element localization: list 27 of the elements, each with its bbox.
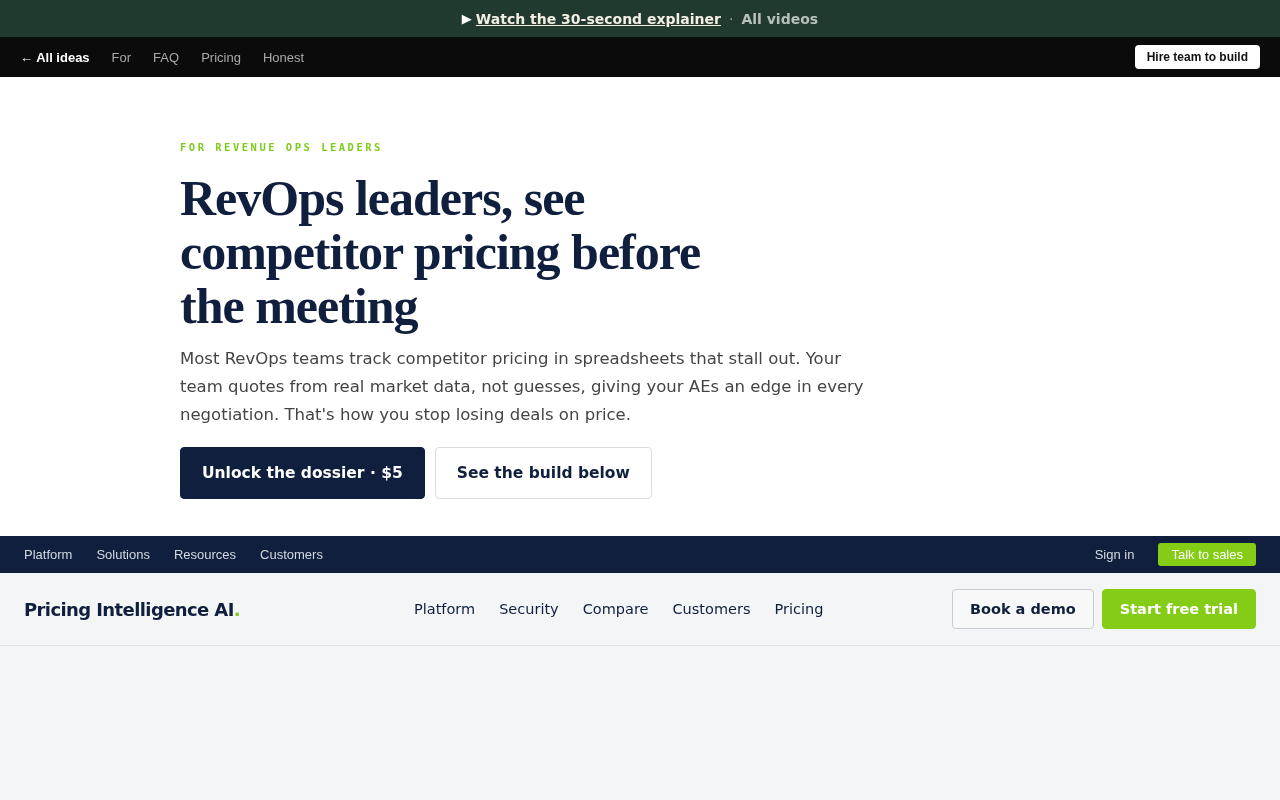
header-link[interactable]: Compare xyxy=(582,601,649,617)
hero-body: Most RevOps teams track competitor pricing in spreadsheets that stall out. Your team quotes from real market data, not guesses, giving your AEs an edge in every negotiation. That's how you stop losing deals on price. xyxy=(180,348,865,426)
build-button[interactable]: See the build below xyxy=(434,447,652,499)
back-link[interactable]: ← All ideas xyxy=(20,49,90,65)
sign-in-link[interactable]: Sign in xyxy=(1094,547,1135,562)
demo-button[interactable]: Book a demo xyxy=(951,589,1094,629)
separator: · xyxy=(728,10,734,27)
hero-title: RevOps leaders, see competitor pricing before the meeting xyxy=(180,171,702,333)
nav-link[interactable]: FAQ xyxy=(153,49,180,65)
header-link[interactable]: Platform xyxy=(414,601,476,617)
hire-button[interactable]: Hire team to build xyxy=(1134,45,1260,69)
nav-link[interactable]: For xyxy=(111,49,132,65)
header-link[interactable]: Security xyxy=(499,601,559,617)
utility-link[interactable]: Platform xyxy=(24,547,73,562)
header-link[interactable]: Pricing xyxy=(774,601,824,617)
utility-link[interactable]: Solutions xyxy=(96,547,150,562)
nav-link[interactable]: Pricing xyxy=(201,49,241,65)
play-icon: ▶ xyxy=(461,11,472,26)
header-link[interactable]: Customers xyxy=(672,601,751,617)
nav-link[interactable]: Honest xyxy=(262,49,305,65)
utility-link[interactable]: Customers xyxy=(260,547,323,562)
explainer-link[interactable]: Watch the 30-second explainer xyxy=(475,10,721,27)
unlock-button[interactable]: Unlock the dossier · $5 xyxy=(180,447,425,499)
logo[interactable]: Pricing Intelligence AI. xyxy=(24,598,414,620)
eyebrow-text: FOR REVENUE OPS LEADERS xyxy=(180,141,383,153)
all-videos-link[interactable]: All videos xyxy=(741,10,819,27)
utility-link[interactable]: Resources xyxy=(173,547,237,562)
